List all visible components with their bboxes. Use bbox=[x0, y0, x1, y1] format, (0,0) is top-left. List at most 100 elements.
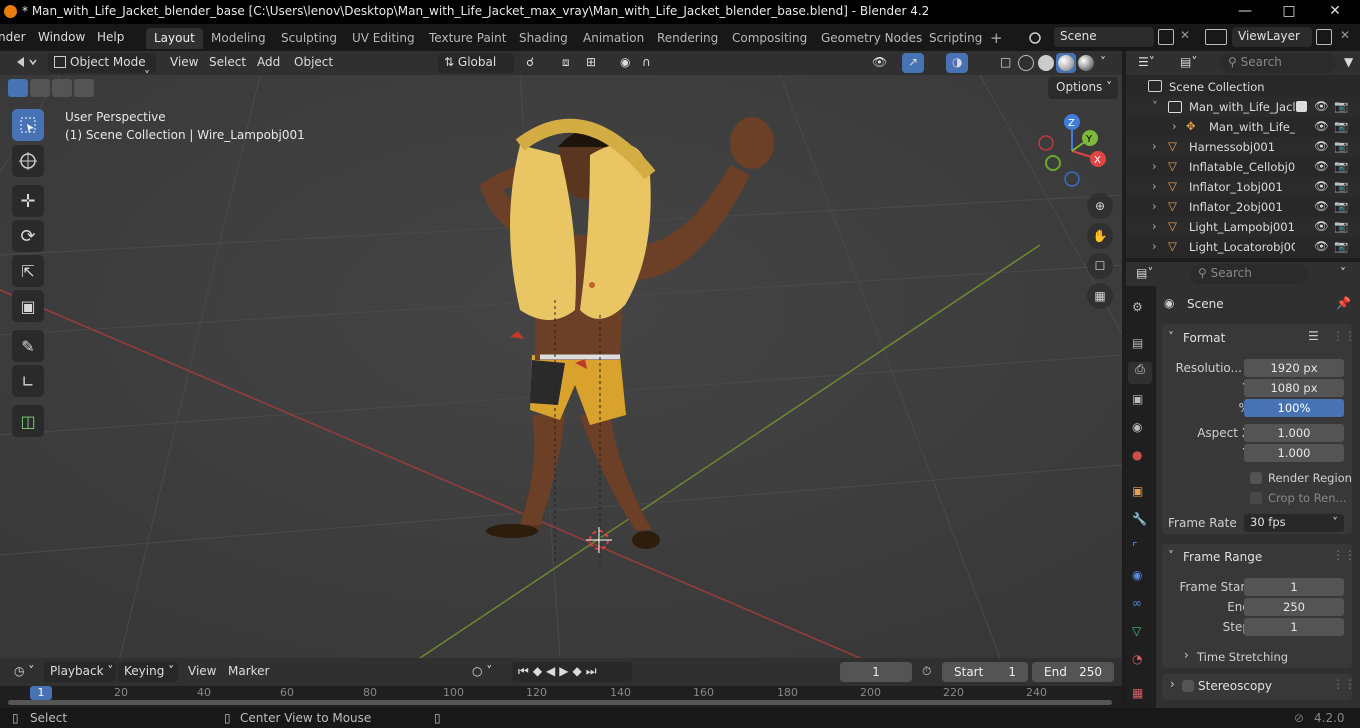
select-subtract-icon[interactable] bbox=[52, 79, 72, 97]
editor-type-icon[interactable] bbox=[8, 53, 46, 73]
pivot-point-icon[interactable]: ☌ bbox=[520, 53, 540, 73]
tab-animation[interactable]: Animation bbox=[575, 28, 652, 49]
wireframe-shading-icon[interactable] bbox=[1018, 55, 1034, 71]
measure-tool[interactable]: ∟ bbox=[12, 365, 44, 397]
tab-geometry-nodes[interactable]: Geometry Nodes bbox=[813, 28, 930, 49]
properties-search-input[interactable]: ⚲ Search bbox=[1190, 264, 1308, 284]
tab-uv-editing[interactable]: UV Editing bbox=[344, 28, 423, 49]
stereoscopy-checkbox[interactable] bbox=[1182, 680, 1194, 692]
3d-viewport[interactable]: User Perspective (1) Scene Collection | … bbox=[0, 75, 1122, 658]
proportional-edit-icon[interactable]: ◉ bbox=[614, 53, 636, 73]
menu-marker[interactable]: Marker bbox=[222, 662, 275, 682]
menu-select[interactable]: Select bbox=[203, 53, 252, 73]
camera-icon[interactable]: 📷 bbox=[1334, 239, 1348, 253]
tab-compositing[interactable]: Compositing bbox=[724, 28, 815, 49]
tab-rendering[interactable]: Rendering bbox=[649, 28, 726, 49]
camera-icon[interactable]: 📷 bbox=[1334, 119, 1348, 133]
data-tab-icon[interactable]: ▽ bbox=[1132, 624, 1141, 638]
chevron-down-icon[interactable]: ˅ bbox=[1168, 549, 1174, 563]
shading-options-icon[interactable]: ˅ bbox=[1094, 53, 1112, 73]
start-frame-field[interactable]: Start 1 bbox=[942, 662, 1028, 682]
display-mode-icon[interactable]: ▤˅ bbox=[1174, 53, 1203, 73]
jump-start-icon[interactable]: ⏮ bbox=[518, 664, 533, 678]
tab-modeling[interactable]: Modeling bbox=[203, 28, 274, 49]
physics-tab-icon[interactable]: ◉ bbox=[1132, 568, 1142, 582]
format-panel-title[interactable]: Format bbox=[1183, 331, 1225, 345]
select-box-tool[interactable] bbox=[12, 109, 44, 141]
crop-checkbox[interactable] bbox=[1250, 492, 1262, 504]
auto-keying-icon[interactable]: ○ ˅ bbox=[466, 662, 498, 682]
end-frame-field[interactable]: End 250 bbox=[1032, 662, 1114, 682]
time-stretching-label[interactable]: Time Stretching bbox=[1197, 650, 1288, 664]
object-tab-icon[interactable]: ▣ bbox=[1132, 484, 1143, 498]
remove-view-layer-icon[interactable]: ✕ bbox=[1340, 28, 1350, 42]
character-model[interactable] bbox=[440, 85, 800, 565]
camera-icon[interactable]: 📷 bbox=[1334, 179, 1348, 193]
zoom-icon[interactable]: ⊕ bbox=[1087, 193, 1113, 219]
checkbox-icon[interactable] bbox=[1296, 101, 1307, 112]
tab-scripting[interactable]: Scripting bbox=[921, 28, 990, 49]
tab-sculpting[interactable]: Sculpting bbox=[273, 28, 345, 49]
gizmo-toggle-icon[interactable]: ↗ bbox=[902, 53, 925, 73]
new-scene-icon[interactable] bbox=[1158, 29, 1174, 45]
xray-icon[interactable]: □ bbox=[994, 53, 1017, 73]
falloff-icon[interactable]: ∩ bbox=[636, 53, 657, 73]
transform-tool[interactable]: ▣ bbox=[12, 290, 44, 322]
particles-tab-icon[interactable]: ⌜ bbox=[1132, 540, 1138, 554]
playback-dropdown[interactable]: Playback ˅ bbox=[44, 662, 116, 682]
outliner-row[interactable]: › ▽ Inflator_1obj001 👁 📷 bbox=[1126, 177, 1360, 197]
scene-tab-icon[interactable]: ◉ bbox=[1132, 420, 1142, 434]
outliner-row[interactable]: › ▽ Light_Locatorobj0C 👁 📷 bbox=[1126, 237, 1360, 257]
minimize-button[interactable]: — bbox=[1222, 0, 1268, 24]
next-keyframe-icon[interactable]: ◆ bbox=[573, 664, 586, 678]
eye-icon[interactable]: 👁 bbox=[1314, 179, 1329, 193]
outliner-row[interactable]: › ▽ Inflatable_Cellobj0 👁 📷 bbox=[1126, 157, 1360, 177]
visibility-icon[interactable]: 👁 bbox=[866, 53, 893, 73]
snap-toggle-icon[interactable]: ⧈ bbox=[556, 53, 576, 73]
frame-end-field[interactable]: 250 bbox=[1244, 598, 1344, 616]
eye-icon[interactable]: 👁 bbox=[1314, 139, 1329, 153]
modifier-tab-icon[interactable]: 🔧 bbox=[1132, 512, 1147, 526]
tool-tab-icon[interactable]: ⚙ bbox=[1132, 300, 1143, 314]
select-extend-icon[interactable] bbox=[30, 79, 50, 97]
maximize-button[interactable]: □ bbox=[1266, 0, 1312, 24]
timer-icon[interactable]: ⏱ bbox=[922, 664, 931, 679]
eye-icon[interactable]: 👁 bbox=[1314, 239, 1329, 253]
chevron-right-icon[interactable]: › bbox=[1152, 159, 1157, 173]
outliner-row[interactable]: › ▽ Light_Lampobj001 👁 📷 bbox=[1126, 217, 1360, 237]
pin-icon[interactable]: 📌 bbox=[1336, 296, 1351, 310]
menu-object[interactable]: Object bbox=[288, 53, 339, 73]
menu-add[interactable]: Add bbox=[251, 53, 286, 73]
frame-start-field[interactable]: 1 bbox=[1244, 578, 1344, 596]
solid-shading-icon[interactable] bbox=[1038, 55, 1054, 71]
eye-icon[interactable]: 👁 bbox=[1314, 99, 1329, 113]
rotate-tool[interactable]: ⟳ bbox=[12, 220, 44, 252]
material-shading-icon[interactable] bbox=[1056, 53, 1076, 73]
chevron-right-icon[interactable]: › bbox=[1152, 139, 1157, 153]
menu-timeline-view[interactable]: View bbox=[182, 662, 222, 682]
world-tab-icon[interactable]: ● bbox=[1132, 448, 1142, 462]
camera-icon[interactable]: 📷 bbox=[1334, 159, 1348, 173]
view-layer-field[interactable]: ViewLayer bbox=[1232, 27, 1312, 47]
select-invert-icon[interactable] bbox=[74, 79, 94, 97]
play-icon[interactable]: ▶ bbox=[559, 664, 572, 678]
add-cube-tool[interactable]: ◫ bbox=[12, 405, 44, 437]
eye-icon[interactable]: 👁 bbox=[1314, 199, 1329, 213]
camera-icon[interactable]: 📷 bbox=[1334, 199, 1348, 213]
drag-handle-icon[interactable]: ⋮⋮ bbox=[1332, 677, 1356, 691]
close-button[interactable]: ✕ bbox=[1312, 0, 1358, 24]
presets-icon[interactable]: ☰ bbox=[1308, 329, 1319, 343]
aspect-y-field[interactable]: 1.000 bbox=[1244, 444, 1344, 462]
rendered-shading-icon[interactable] bbox=[1078, 55, 1094, 71]
view-layer-tab-icon[interactable]: ▣ bbox=[1132, 392, 1143, 406]
keying-dropdown[interactable]: Keying ˅ bbox=[118, 662, 178, 682]
annotate-tool[interactable]: ✎ bbox=[12, 330, 44, 362]
ortho-grid-icon[interactable]: ▦ bbox=[1087, 283, 1113, 309]
playhead[interactable]: 1 bbox=[30, 686, 52, 700]
cursor-tool[interactable] bbox=[12, 145, 44, 177]
view-layer-icon[interactable] bbox=[1205, 29, 1227, 45]
jump-end-icon[interactable]: ⏭ bbox=[586, 664, 601, 678]
outliner-row[interactable]: › ✥ Man_with_Life_ 👁 📷 bbox=[1126, 117, 1360, 137]
render-region-checkbox[interactable] bbox=[1250, 472, 1262, 484]
outliner-row-scene-collection[interactable]: Scene Collection bbox=[1126, 77, 1360, 97]
